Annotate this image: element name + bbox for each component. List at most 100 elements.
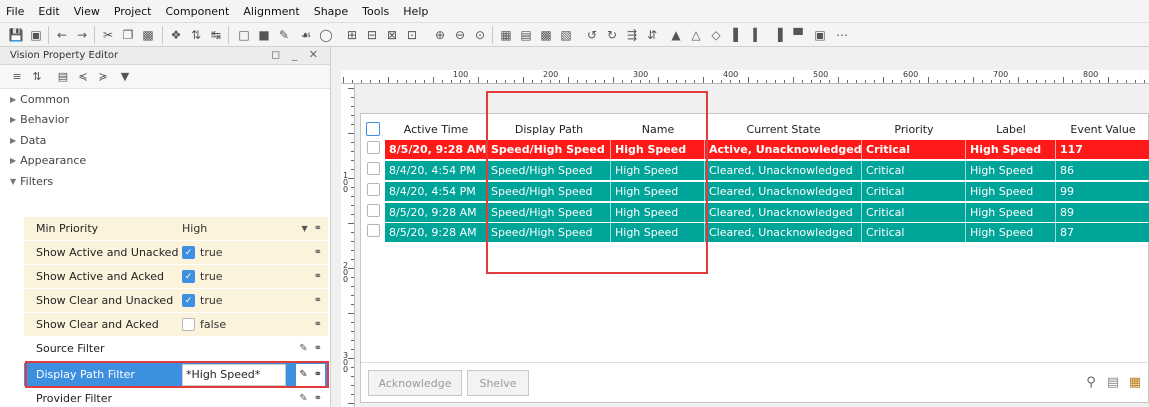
prop-row-display-path-filter[interactable]: Display Path Filter *High Speed* ✎ ⚭ xyxy=(24,363,328,387)
align-top-icon[interactable]: ▀ xyxy=(790,27,806,43)
table-row[interactable]: 8/5/20, 9:28 AM Speed/High Speed High Spee… xyxy=(385,140,1149,159)
link-icon[interactable]: ⚭ xyxy=(314,247,322,258)
shelf-icon[interactable]: ▦ xyxy=(1127,374,1143,390)
shield-icon[interactable]: ◯ xyxy=(318,27,334,43)
link-icon[interactable]: ⚭ xyxy=(314,343,322,354)
row-checkbox[interactable] xyxy=(367,162,380,175)
column-header-label[interactable]: Label xyxy=(966,123,1056,136)
rotate-right-icon[interactable]: ↻ xyxy=(604,27,620,43)
table-row[interactable]: 8/5/20, 9:28 AM Speed/High Speed High Spee… xyxy=(385,203,1149,222)
prop-row-show-clear-acked[interactable]: Show Clear and Acked false ⚭ xyxy=(24,313,328,337)
column-header-name[interactable]: Name xyxy=(611,123,705,136)
expand-all-icon[interactable]: ≼ xyxy=(76,69,90,83)
edit-pencil-icon[interactable]: ✎ xyxy=(299,343,307,354)
prop-row-show-active-acked[interactable]: Show Active and Acked ✓ true ⚭ xyxy=(24,265,328,289)
menu-file[interactable]: File xyxy=(6,5,24,18)
subtract-icon[interactable]: ⊟ xyxy=(364,27,380,43)
move-back-icon[interactable]: △ xyxy=(688,27,704,43)
menu-edit[interactable]: Edit xyxy=(38,5,59,18)
column-header-current-state[interactable]: Current State xyxy=(705,123,862,136)
column-header-display-path[interactable]: Display Path xyxy=(487,123,611,136)
menu-component[interactable]: Component xyxy=(165,5,229,18)
prop-value[interactable]: High xyxy=(182,222,282,235)
link-icon[interactable]: ⚭ xyxy=(314,319,322,330)
zoom-in-icon[interactable]: ⊕ xyxy=(432,27,448,43)
menu-tools[interactable]: Tools xyxy=(362,5,389,18)
lock-icon[interactable]: ❖ xyxy=(168,27,184,43)
intersect-icon[interactable]: ⊠ xyxy=(384,27,400,43)
paste-icon[interactable]: ▩ xyxy=(140,27,156,43)
edit-pencil-icon[interactable]: ✎ xyxy=(299,393,307,404)
menu-alignment[interactable]: Alignment xyxy=(243,5,299,18)
forward-icon[interactable]: → xyxy=(74,27,90,43)
copy-icon[interactable]: ❐ xyxy=(120,27,136,43)
frame-icon[interactable]: ▩ xyxy=(538,27,554,43)
checkbox-checked[interactable]: ✓ xyxy=(182,294,195,307)
menu-view[interactable]: View xyxy=(74,5,100,18)
section-common[interactable]: ▶ Common xyxy=(0,89,330,110)
prop-row-show-clear-unacked[interactable]: Show Clear and Unacked ✓ true ⚭ xyxy=(24,289,328,313)
section-behavior[interactable]: ▶ Behavior xyxy=(0,110,330,131)
save-icon[interactable]: 💾 xyxy=(8,27,24,43)
section-appearance[interactable]: ▶ Appearance xyxy=(0,151,330,172)
align-grid-icon[interactable]: ▦ xyxy=(498,27,514,43)
xor-icon[interactable]: ⊡ xyxy=(404,27,420,43)
prop-row-min-priority[interactable]: Min Priority High ▼ ⚭ xyxy=(24,217,328,241)
checkbox-checked[interactable]: ✓ xyxy=(182,246,195,259)
move-front-icon[interactable]: ▲ xyxy=(668,27,684,43)
checkbox-unchecked[interactable] xyxy=(182,318,195,331)
link-icon[interactable]: ⚭ xyxy=(314,369,322,380)
prop-row-provider-filter[interactable]: Provider Filter ✎ ⚭ xyxy=(24,387,328,407)
align-center-icon[interactable]: ▍ xyxy=(750,27,766,43)
prop-row-show-active-unacked[interactable]: Show Active and Unacked ✓ true ⚭ xyxy=(24,241,328,265)
row-checkbox[interactable] xyxy=(367,141,380,154)
sort-category-icon[interactable]: ≡ xyxy=(10,69,24,83)
panel-window-controls[interactable]: ◻ _ ✕ xyxy=(271,48,322,61)
flip-vertical-icon[interactable]: ⇵ xyxy=(644,27,660,43)
back-icon[interactable]: ← xyxy=(54,27,70,43)
menu-project[interactable]: Project xyxy=(114,5,152,18)
zoom-fit-icon[interactable]: ⊙ xyxy=(472,27,488,43)
search-icon[interactable]: ⚲ xyxy=(1083,374,1099,390)
link-icon[interactable]: ⚭ xyxy=(314,295,322,306)
snap-icon[interactable]: ▤ xyxy=(518,27,534,43)
link-icon[interactable]: ⚭ xyxy=(314,393,322,404)
sort-alpha-icon[interactable]: ⇅ xyxy=(30,69,44,83)
row-checkbox[interactable] xyxy=(367,204,380,217)
link-icon[interactable]: ⚭ xyxy=(314,223,322,234)
filter-icon[interactable]: ▼ xyxy=(118,69,132,83)
row-checkbox[interactable] xyxy=(367,183,380,196)
prop-value[interactable]: ✓ true xyxy=(182,270,282,283)
prop-value[interactable]: ✓ true xyxy=(182,246,282,259)
checkbox-checked[interactable]: ✓ xyxy=(182,270,195,283)
layout-icon[interactable]: ↹ xyxy=(208,27,224,43)
column-header-active-time[interactable]: Active Time xyxy=(385,123,487,136)
distribute-icon[interactable]: ▣ xyxy=(812,27,828,43)
link-icon[interactable]: ⚭ xyxy=(314,271,322,282)
row-checkbox[interactable] xyxy=(367,224,380,237)
layers-icon[interactable]: ▧ xyxy=(558,27,574,43)
section-filters[interactable]: ▼ Filters xyxy=(0,171,330,192)
table-row[interactable]: 8/5/20, 9:28 AM Speed/High Speed High Spee… xyxy=(385,223,1149,242)
zoom-out-icon[interactable]: ⊖ xyxy=(452,27,468,43)
prop-value[interactable]: ✓ true xyxy=(182,294,282,307)
menu-help[interactable]: Help xyxy=(403,5,428,18)
cut-icon[interactable]: ✂ xyxy=(100,27,116,43)
table-row[interactable]: 8/4/20, 4:54 PM Speed/High Speed High Spee… xyxy=(385,182,1149,201)
menu-shape[interactable]: Shape xyxy=(314,5,348,18)
align-right-icon[interactable]: ▐ xyxy=(770,27,786,43)
rectangle-icon[interactable]: □ xyxy=(236,27,252,43)
save-all-icon[interactable]: ▣ xyxy=(28,27,44,43)
more-icon[interactable]: ⋯ xyxy=(834,27,850,43)
fill-icon[interactable]: ■ xyxy=(256,27,272,43)
union-icon[interactable]: ⊞ xyxy=(344,27,360,43)
display-path-filter-input[interactable]: *High Speed* xyxy=(182,363,286,386)
dropdown-arrow-icon[interactable]: ▼ xyxy=(301,224,307,233)
align-left-icon[interactable]: ▌ xyxy=(730,27,746,43)
shelve-button[interactable]: Shelve xyxy=(467,370,529,396)
prop-row-source-filter[interactable]: Source Filter ✎ ⚭ xyxy=(24,337,328,361)
notes-icon[interactable]: ▤ xyxy=(1105,374,1121,390)
eyedropper-icon[interactable]: ☙ xyxy=(298,27,314,43)
acknowledge-button[interactable]: Acknowledge xyxy=(368,370,462,396)
collapse-all-icon[interactable]: ≽ xyxy=(96,69,110,83)
